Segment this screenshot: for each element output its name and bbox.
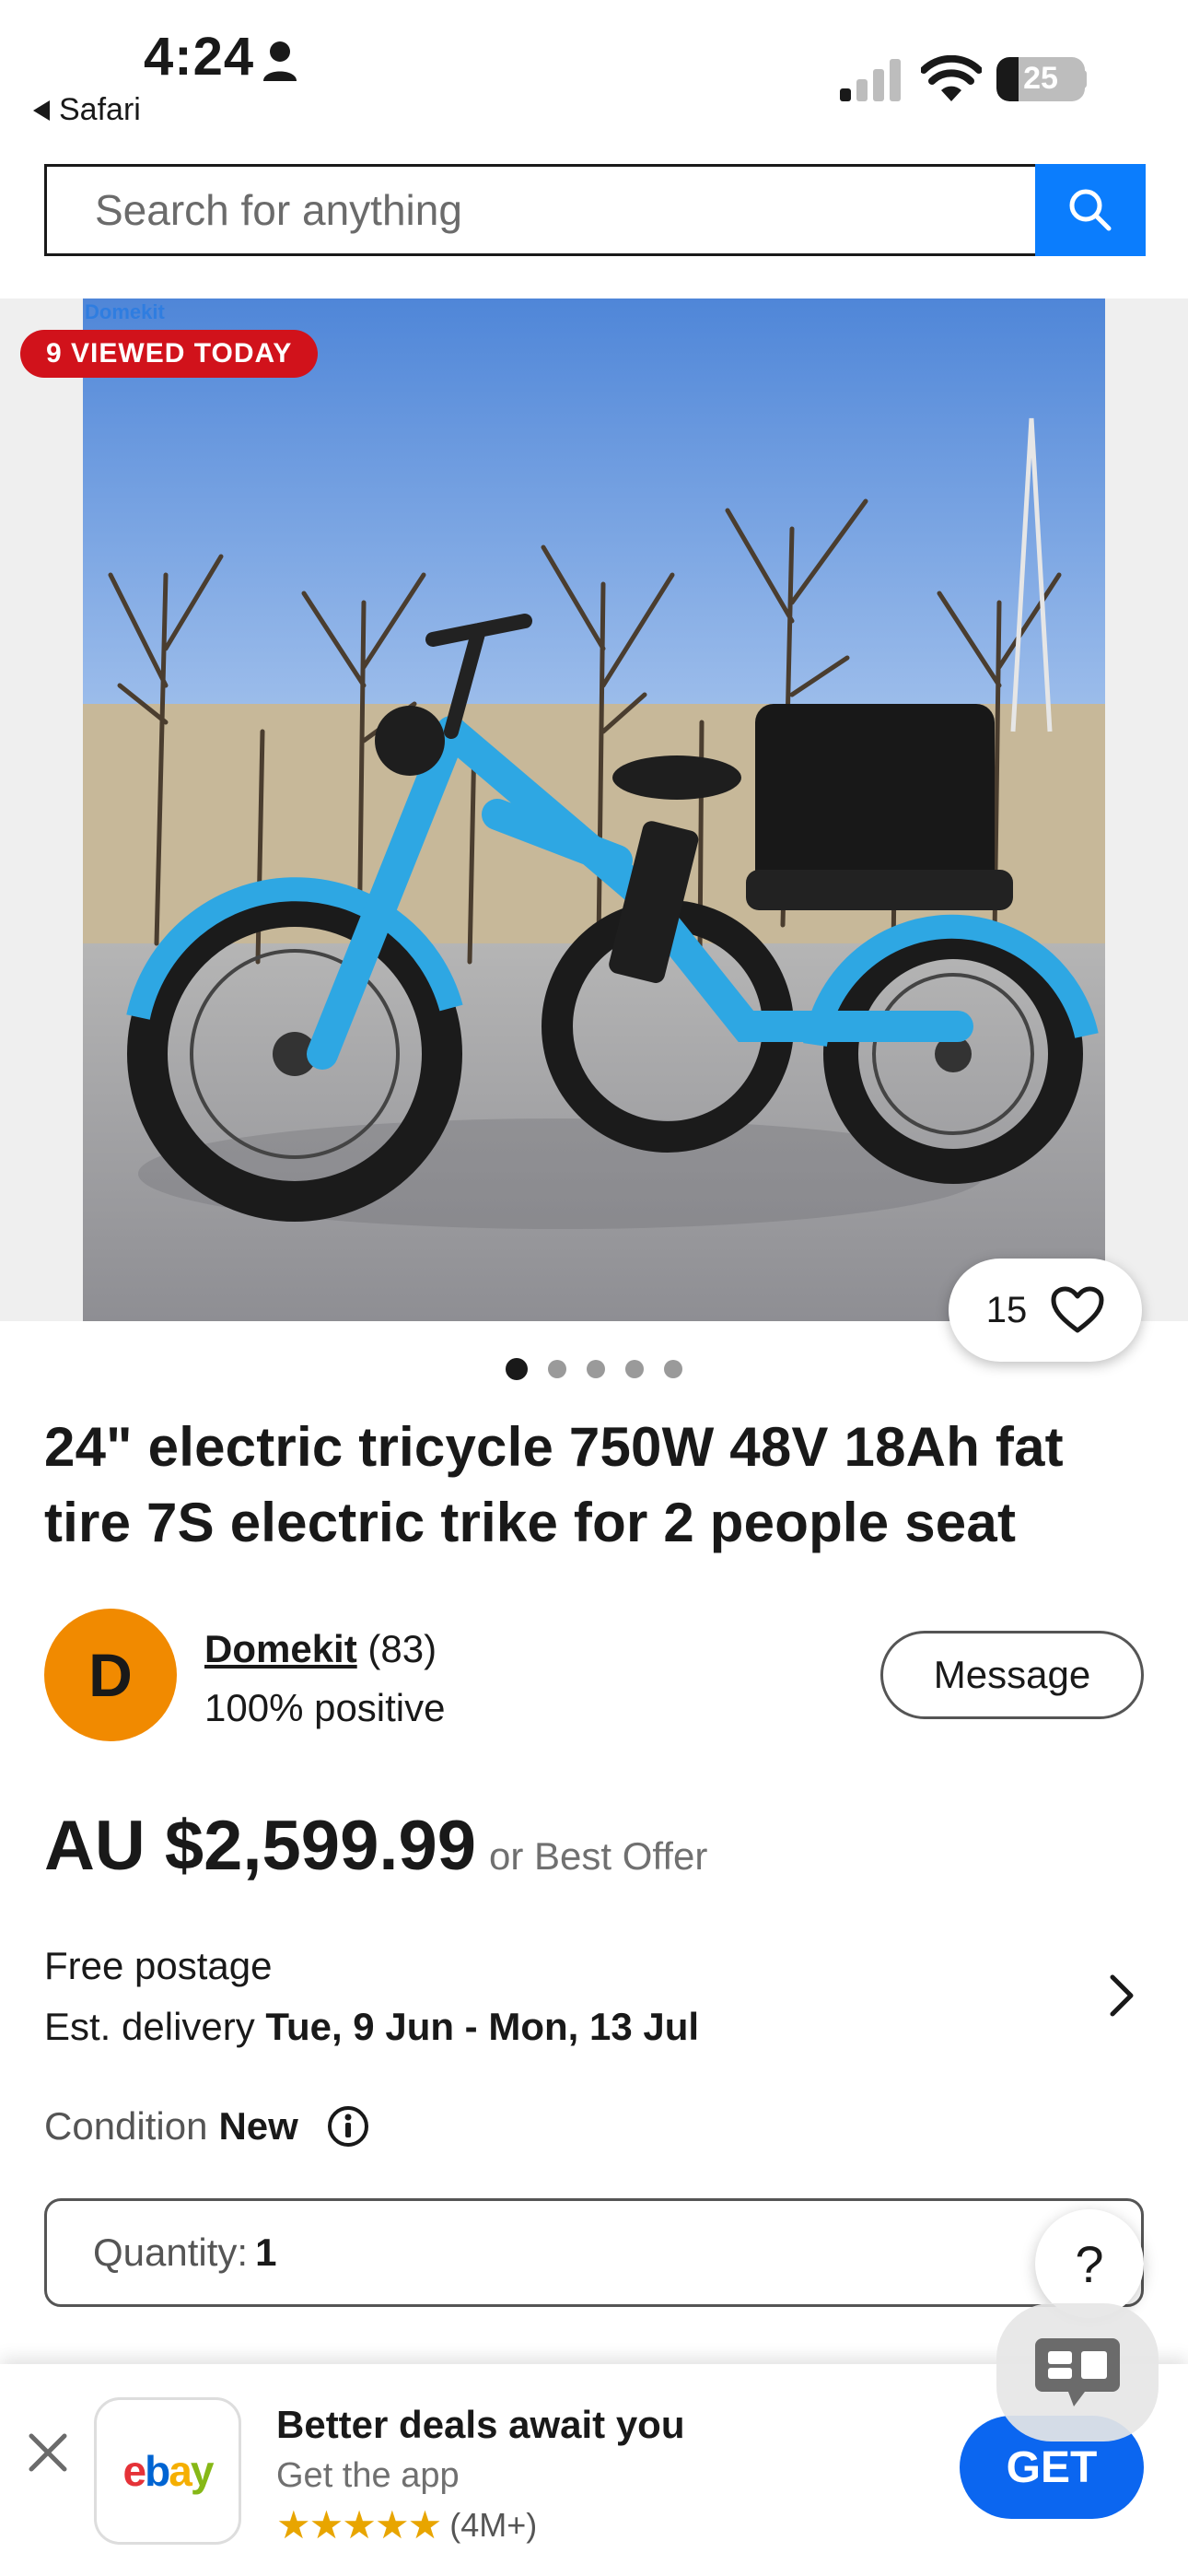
ebay-logo-letter: b	[145, 2447, 170, 2495]
ebay-logo-letter: a	[169, 2447, 192, 2495]
listing-title: 24" electric tricycle 750W 48V 18Ah fat …	[44, 1416, 1064, 1553]
clock: 4:24	[144, 27, 255, 87]
price: AU $2,599.99	[44, 1807, 476, 1885]
price-block: AU $2,599.99 or Best Offer	[44, 1806, 707, 1886]
banner-title: Better deals await you	[276, 2403, 685, 2446]
chat-button[interactable]	[996, 2303, 1159, 2441]
postage-label[interactable]: Free postage	[44, 1944, 273, 1988]
message-button[interactable]: Message	[880, 1631, 1144, 1719]
seller-avatar[interactable]: D	[44, 1609, 177, 1741]
chevron-right-icon[interactable]	[1105, 1972, 1138, 2020]
help-button[interactable]: ?	[1035, 2209, 1144, 2318]
product-photo[interactable]	[83, 299, 1105, 1321]
watch-button[interactable]: 15	[949, 1259, 1142, 1362]
viewed-today-badge: 9 VIEWED TODAY	[20, 330, 319, 378]
condition-row: Condition New	[44, 2104, 370, 2149]
quantity-value: 1	[255, 2231, 277, 2274]
photo-watermark: Domekit	[85, 300, 165, 323]
image-pagination[interactable]	[0, 1358, 1188, 1380]
quantity-label: Quantity:	[93, 2231, 249, 2274]
image-gallery[interactable]	[0, 299, 1188, 1321]
back-arrow-icon	[33, 100, 50, 121]
pagination-dot[interactable]	[506, 1358, 528, 1380]
seller-feedback-count: (83)	[367, 1627, 437, 1670]
pagination-dot[interactable]	[548, 1360, 566, 1378]
search-input[interactable]: Search for anything	[44, 164, 1035, 256]
back-to-safari-link[interactable]: Safari	[33, 92, 141, 128]
ebay-logo-letter: y	[190, 2447, 215, 2495]
delivery-estimate[interactable]: Est. delivery Tue, 9 Jun - Mon, 13 Jul	[44, 2005, 699, 2049]
search-bar: Search for anything	[44, 164, 1146, 256]
pagination-dot[interactable]	[625, 1360, 644, 1378]
delivery-label: Est. delivery	[44, 2005, 255, 2048]
battery-icon: 25	[996, 57, 1085, 101]
close-icon[interactable]	[24, 2429, 72, 2476]
watch-count: 15	[985, 1289, 1028, 1330]
back-app-label: Safari	[59, 92, 141, 127]
best-offer-label: or Best Offer	[489, 1834, 708, 1878]
banner-subtitle: Get the app	[276, 2456, 460, 2495]
search-button[interactable]	[1035, 164, 1146, 256]
app-rating: ★★★★★ (4M+)	[276, 2502, 537, 2547]
delivery-dates: Tue, 9 Jun - Mon, 13 Jul	[265, 2005, 700, 2048]
pagination-dot[interactable]	[587, 1360, 605, 1378]
ebay-logo-letter: e	[122, 2447, 147, 2495]
info-icon[interactable]	[326, 2104, 370, 2149]
cellular-signal-icon	[840, 59, 901, 101]
condition-label: Condition	[44, 2104, 208, 2148]
condition-value: New	[218, 2104, 298, 2148]
heart-icon	[1051, 1286, 1104, 1333]
pagination-dot[interactable]	[664, 1360, 682, 1378]
person-icon	[263, 41, 297, 81]
wifi-icon	[921, 55, 982, 101]
status-bar: 4:24 Safari 25	[0, 0, 1188, 147]
chat-bubble-icon	[1035, 2338, 1120, 2406]
seller-name-link[interactable]: Domekit	[204, 1627, 357, 1670]
search-icon	[1069, 189, 1112, 231]
tricycle-photo	[83, 299, 1105, 1321]
rating-count: (4M+)	[449, 2505, 538, 2544]
battery-percentage: 25	[1023, 61, 1058, 96]
star-rating-icon: ★★★★★	[276, 2503, 442, 2547]
seller-info: Domekit (83)	[204, 1627, 437, 1671]
battery-tip	[1079, 70, 1087, 88]
seller-positive-rating: 100% positive	[204, 1686, 446, 1729]
ebay-app-icon: ebay	[94, 2397, 241, 2545]
quantity-selector[interactable]: Quantity: 1	[44, 2198, 1144, 2307]
